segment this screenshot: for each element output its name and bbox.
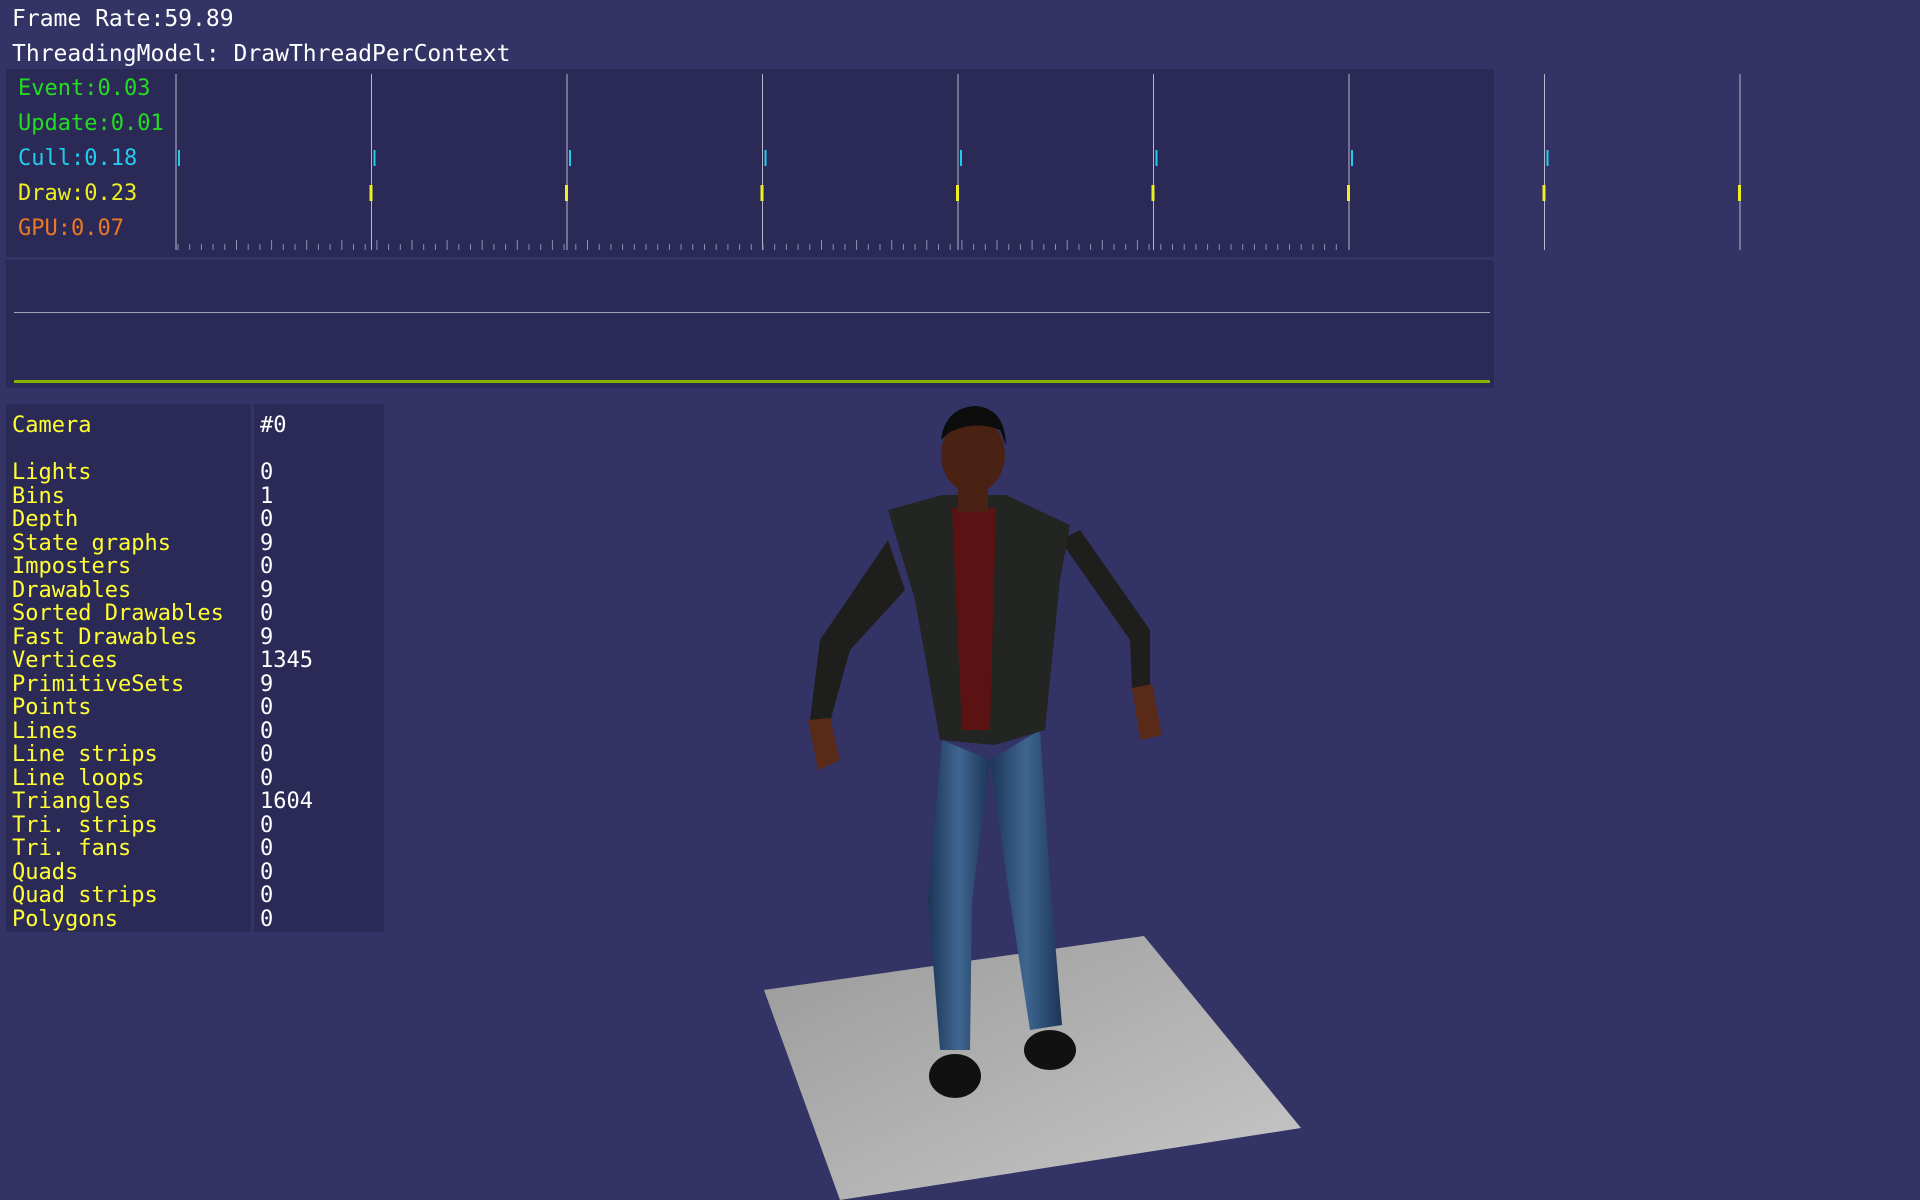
camera-stat-label: Line loops	[12, 765, 145, 791]
camera-stat-label: Depth	[12, 507, 79, 532]
camera-stat-value: 0	[260, 554, 274, 579]
camera-stat-value: 1345	[260, 648, 313, 673]
stat-draw-label: Draw:0.23	[18, 181, 138, 206]
camera-stat-value: 9	[260, 577, 274, 603]
draw-bar	[369, 185, 373, 201]
camera-stat-value: 0	[260, 836, 274, 861]
camera-stat-label: State graphs	[12, 530, 171, 556]
camera-stat-value: 0	[260, 695, 274, 720]
camera-stat-label: Sorted Drawables	[12, 601, 224, 626]
camera-stat-label: Quads	[12, 859, 79, 885]
draw-bar	[1738, 185, 1741, 201]
cull-bar	[1155, 150, 1158, 166]
draw-bar	[1542, 185, 1546, 201]
cull-bar	[960, 150, 962, 166]
cull-bar	[1546, 150, 1549, 166]
camera-stat-label: Imposters	[12, 554, 132, 579]
threading-model-readout: ThreadingModel: DrawThreadPerContext	[12, 41, 511, 67]
camera-stat-label: Polygons	[12, 906, 118, 932]
camera-stat-label: Line strips	[12, 742, 158, 767]
camera-stat-value: 1604	[260, 789, 313, 814]
camera-stat-value: 1	[260, 483, 274, 509]
cull-bar	[373, 150, 376, 166]
graph-baseline	[14, 312, 1490, 313]
cull-bar	[178, 150, 180, 166]
camera-stat-value: 0	[260, 507, 274, 532]
draw-bar	[1347, 185, 1350, 201]
stat-cull-label: Cull:0.18	[18, 146, 138, 171]
stat-update-label: Update:0.01	[18, 111, 164, 136]
stat-event-label: Event:0.03	[18, 76, 151, 101]
camera-stat-value: 0	[260, 601, 274, 626]
camera-stat-label: Drawables	[12, 577, 132, 603]
camera-stat-label: Tri. fans	[12, 836, 132, 861]
camera-stat-label: PrimitiveSets	[12, 671, 185, 697]
draw-bar	[565, 185, 568, 201]
camera-stat-label: Tri. strips	[12, 812, 158, 838]
draw-bar	[956, 185, 959, 201]
cull-bar	[764, 150, 767, 166]
camera-stat-label: Vertices	[12, 648, 118, 673]
camera-stat-value: 9	[260, 530, 274, 556]
3d-viewport-scene	[764, 406, 1301, 1200]
camera-label: Camera	[12, 413, 92, 438]
camera-stat-value: 9	[260, 624, 274, 650]
camera-stat-label: Lines	[12, 718, 79, 744]
camera-stat-label: Bins	[12, 483, 65, 509]
graph-frame-line	[14, 380, 1490, 383]
camera-stat-value: 0	[260, 742, 274, 767]
camera-stat-label: Fast Drawables	[12, 624, 198, 650]
draw-bar	[760, 185, 764, 201]
camera-stat-label: Quad strips	[12, 883, 158, 908]
camera-stat-label: Triangles	[12, 789, 132, 814]
cull-bar	[1351, 150, 1353, 166]
camera-stat-value: 9	[260, 671, 274, 697]
camera-stat-value: 0	[260, 883, 274, 908]
draw-bar	[1151, 185, 1155, 201]
camera-stat-label: Lights	[12, 460, 92, 485]
camera-stat-value: 0	[260, 765, 274, 791]
camera-stat-value: 0	[260, 812, 274, 838]
cull-bar	[569, 150, 571, 166]
camera-stat-value: 0	[260, 906, 274, 932]
performance-graph-panel	[6, 260, 1494, 388]
camera-stat-value: 0	[260, 460, 274, 485]
frame-rate-readout: Frame Rate:59.89	[12, 6, 234, 32]
camera-value: #0	[260, 413, 287, 438]
camera-stat-label: Points	[12, 695, 92, 720]
camera-stats-values: #0 0 1 0 9 0 9 0 9 1345 9 0 0 0 0 1604 0 0 0 0 0	[254, 404, 384, 932]
camera-stat-value: 0	[260, 859, 274, 885]
stat-gpu-label: GPU:0.07	[18, 216, 124, 241]
frame-timeline	[175, 74, 1741, 250]
camera-stat-value: 0	[260, 718, 274, 744]
camera-stats-labels: Camera Lights Bins Depth State graphs Impost…	[6, 404, 251, 932]
